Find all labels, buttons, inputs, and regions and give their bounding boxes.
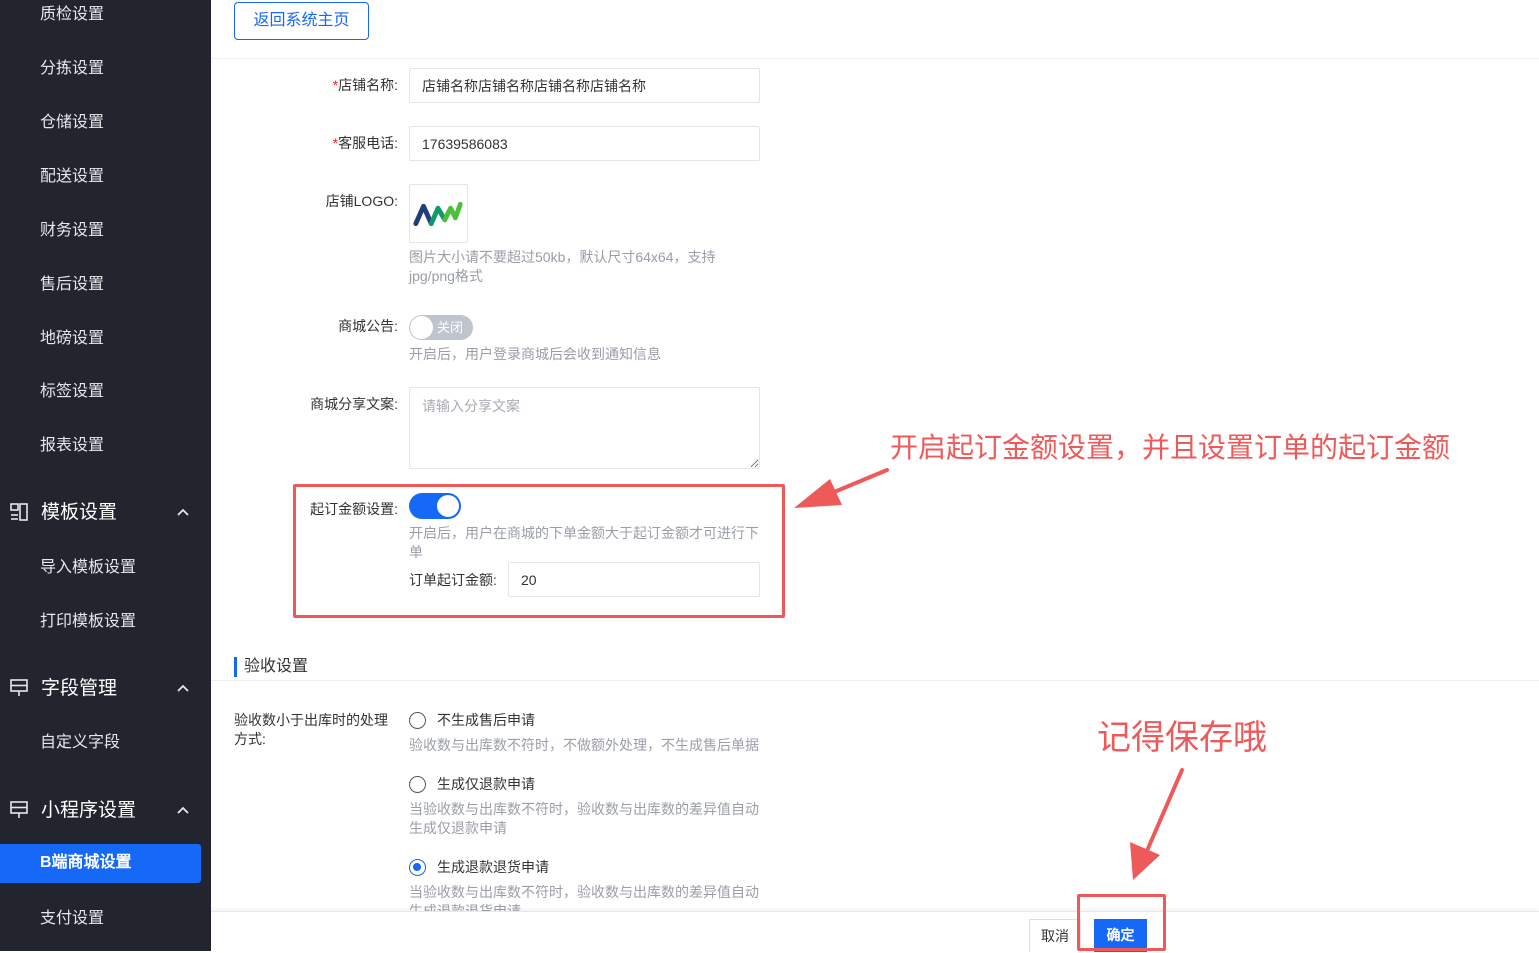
sidebar-group-template[interactable]: 模板设置 xyxy=(0,499,211,529)
announcement-switch[interactable]: 关闭 xyxy=(409,315,473,340)
sidebar-group-label: 模板设置 xyxy=(41,502,118,523)
sidebar-item-sorting[interactable]: 分拣设置 xyxy=(40,58,104,80)
announcement-label: 商城公告: xyxy=(338,318,398,334)
sidebar-item-after-sales[interactable]: 售后设置 xyxy=(40,274,104,296)
sidebar-item-report[interactable]: 报表设置 xyxy=(40,435,104,457)
shop-logo-image xyxy=(413,201,463,227)
mini-program-icon xyxy=(10,801,28,818)
radio-refund-only[interactable] xyxy=(409,776,426,793)
sidebar-item-label: B端商城设置 xyxy=(40,854,132,871)
sidebar-item-import-template[interactable]: 导入模板设置 xyxy=(40,557,136,579)
sidebar-item-delivery[interactable]: 配送设置 xyxy=(40,166,104,188)
radio-no-after-sales[interactable] xyxy=(409,712,426,729)
share-text-textarea[interactable] xyxy=(409,387,760,469)
radio-refund-return[interactable] xyxy=(409,859,426,876)
sidebar-item-custom-field[interactable]: 自定义字段 xyxy=(40,732,120,754)
annotation-box-min-order xyxy=(293,484,785,618)
announcement-hint: 开启后，用户登录商城后会收到通知信息 xyxy=(409,346,661,362)
section-divider xyxy=(211,680,1539,681)
shop-logo-hint: 图片大小请不要超过50kb，默认尺寸64x64，支持jpg/png格式 xyxy=(409,249,716,284)
sidebar-group-label: 小程序设置 xyxy=(41,800,137,821)
switch-text: 关闭 xyxy=(437,320,464,335)
sidebar-item-weighbridge[interactable]: 地磅设置 xyxy=(40,328,104,350)
sidebar-item-b2b-mall[interactable]: B端商城设置 xyxy=(0,844,201,883)
main-content: 返回系统主页 *店铺名称: *客服电话: 店铺LOGO: 图片大小请不要超过50… xyxy=(211,0,1539,952)
shop-logo-upload[interactable] xyxy=(409,184,468,243)
footer-bar: 取消 确定 xyxy=(211,911,1539,952)
radio-no-after-sales-label[interactable]: 不生成售后申请 xyxy=(437,710,535,730)
annotation-text-save: 记得保存哦 xyxy=(1097,719,1267,757)
chevron-up-icon xyxy=(177,508,189,516)
radio-refund-only-hint: 当验收数与出库数不符时，验收数与出库数的差异值自动生成仅退款申请 xyxy=(409,801,759,836)
sidebar-group-fields[interactable]: 字段管理 xyxy=(0,675,211,705)
chevron-up-icon xyxy=(177,684,189,692)
sidebar-item-payment[interactable]: 支付设置 xyxy=(40,908,104,930)
acceptance-question-label: 验收数小于出库时的处理方式: xyxy=(234,712,388,747)
sidebar-group-mini-program[interactable]: 小程序设置 xyxy=(0,797,211,827)
service-phone-label: *客服电话: xyxy=(311,133,398,153)
sidebar-item-print-template[interactable]: 打印模板设置 xyxy=(40,611,136,633)
acceptance-section-title: 验收设置 xyxy=(234,657,308,677)
sidebar-item-label[interactable]: 标签设置 xyxy=(40,381,104,403)
shop-name-label-text: 店铺名称: xyxy=(338,77,398,93)
template-icon xyxy=(10,503,28,521)
share-text-label: 商城分享文案: xyxy=(310,396,398,412)
shop-logo-label: 店铺LOGO: xyxy=(325,193,398,209)
sidebar: 质检设置 分拣设置 仓储设置 配送设置 财务设置 售后设置 地磅设置 标签设置 … xyxy=(0,0,211,951)
shop-name-label: *店铺名称: xyxy=(311,75,398,95)
back-home-button[interactable]: 返回系统主页 xyxy=(234,2,369,40)
header-divider xyxy=(211,58,1539,59)
sidebar-item-finance[interactable]: 财务设置 xyxy=(40,220,104,242)
service-phone-label-text: 客服电话: xyxy=(338,135,398,151)
switch-knob xyxy=(410,316,433,339)
cancel-button[interactable]: 取消 xyxy=(1029,919,1081,952)
sidebar-item-quality[interactable]: 质检设置 xyxy=(40,4,104,26)
shop-name-input[interactable] xyxy=(409,68,760,103)
annotation-box-save xyxy=(1077,894,1166,951)
field-icon xyxy=(10,679,28,696)
chevron-up-icon xyxy=(177,806,189,814)
sidebar-group-label: 字段管理 xyxy=(41,678,118,699)
sidebar-item-storage[interactable]: 仓储设置 xyxy=(40,112,104,134)
radio-refund-only-label[interactable]: 生成仅退款申请 xyxy=(437,774,535,794)
radio-refund-return-label[interactable]: 生成退款退货申请 xyxy=(437,857,549,877)
service-phone-input[interactable] xyxy=(409,126,760,161)
radio-refund-return-hint: 当验收数与出库数不符时，验收数与出库数的差异值自动生成退款退货申请 xyxy=(409,884,759,911)
annotation-text-min-order: 开启起订金额设置，并且设置订单的起订金额 xyxy=(890,432,1451,463)
radio-no-after-sales-hint: 验收数与出库数不符时，不做额外处理，不生成售后单据 xyxy=(409,737,759,753)
